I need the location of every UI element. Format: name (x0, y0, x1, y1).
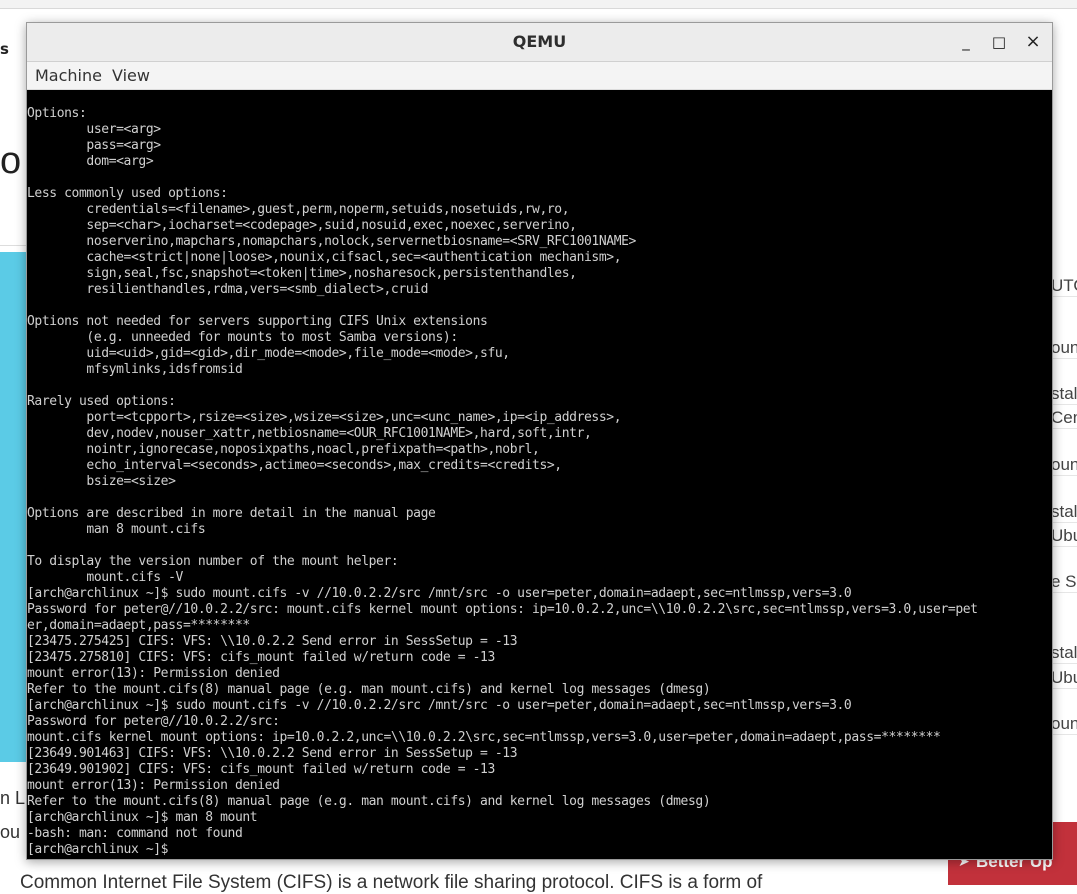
page-hero-banner (0, 252, 27, 762)
sidebar-item[interactable]: stall (1051, 384, 1077, 405)
terminal-line: Password for peter@//10.0.2.2/src: (27, 714, 280, 729)
sidebar-item[interactable]: oun (1051, 714, 1077, 735)
terminal-line: uid=<uid>,gid=<gid>,dir_mode=<mode>,file… (27, 346, 510, 361)
terminal-line: (e.g. unneeded for mounts to most Samba … (27, 330, 458, 345)
terminal-line: [arch@archlinux ~]$ sudo mount.cifs -v /… (27, 698, 852, 713)
terminal-line: [23649.901902] CIFS: VFS: cifs_mount fai… (27, 762, 495, 777)
terminal-line: Refer to the mount.cifs(8) manual page (… (27, 794, 711, 809)
terminal-line: [23475.275810] CIFS: VFS: cifs_mount fai… (27, 650, 495, 665)
terminal-screen[interactable]: Options: user=<arg> pass=<arg> dom=<arg>… (27, 90, 1052, 859)
terminal-line: cache=<strict|none|loose>,nounix,cifsacl… (27, 250, 622, 265)
sidebar-item[interactable]: oun (1051, 455, 1077, 476)
sidebar-item[interactable]: UTO (1051, 276, 1077, 297)
terminal-line: -bash: man: command not found (27, 826, 243, 841)
terminal-line: To display the version number of the mou… (27, 554, 399, 569)
terminal-line: Rarely used options: (27, 394, 176, 409)
terminal-line: Less commonly used options: (27, 186, 228, 201)
terminal-line: sep=<char>,iocharset=<codepage>,suid,nos… (27, 218, 577, 233)
qemu-window[interactable]: QEMU _ □ × Machine View Options: user=<a… (26, 22, 1053, 860)
terminal-line: mount error(13): Permission denied (27, 666, 280, 681)
sidebar-item[interactable]: stall (1051, 502, 1077, 523)
terminal-line: mount.cifs kernel mount options: ip=10.0… (27, 730, 941, 745)
page-text-fragment: ou (0, 822, 21, 842)
terminal-line: bsize=<size> (27, 474, 176, 489)
terminal-line: man 8 mount.cifs (27, 522, 206, 537)
page-nav-fragment[interactable]: s (0, 40, 9, 58)
page-body-text: Common Internet File System (CIFS) is a … (20, 872, 763, 893)
menu-machine[interactable]: Machine (35, 66, 102, 85)
terminal-line: port=<tcpport>,rsize=<size>,wsize=<size>… (27, 410, 622, 425)
sidebar-item[interactable]: e SS (1051, 572, 1077, 593)
terminal-line: [arch@archlinux ~]$ sudo mount.cifs -v /… (27, 586, 852, 601)
terminal-line: [23475.275425] CIFS: VFS: \\10.0.2.2 Sen… (27, 634, 518, 649)
window-titlebar[interactable]: QEMU _ □ × (27, 23, 1052, 62)
window-title: QEMU (512, 32, 567, 51)
terminal-line: er,domain=adaept,pass=******** (27, 618, 250, 633)
terminal-line: Options: (27, 106, 87, 121)
terminal-line: Options not needed for servers supportin… (27, 314, 488, 329)
terminal-line: Password for peter@//10.0.2.2/src: mount… (27, 602, 978, 617)
terminal-line: echo_interval=<seconds>,actimeo=<seconds… (27, 458, 562, 473)
page-heading-fragment: o (0, 140, 22, 182)
maximize-button[interactable]: □ (988, 31, 1010, 53)
terminal-line: Options are described in more detail in … (27, 506, 436, 521)
terminal-line: noserverino,mapchars,nomapchars,nolock,s… (27, 234, 636, 249)
terminal-line: dom=<arg> (27, 154, 154, 169)
terminal-line: credentials=<filename>,guest,perm,noperm… (27, 202, 570, 217)
terminal-line: mfsymlinks,idsfromsid (27, 362, 243, 377)
close-button[interactable]: × (1022, 31, 1044, 53)
terminal-line: user=<arg> (27, 122, 161, 137)
browser-top-bar (0, 0, 1077, 9)
terminal-line: dev,nodev,nouser_xattr,netbiosname=<OUR_… (27, 426, 592, 441)
terminal-line: pass=<arg> (27, 138, 161, 153)
terminal-line: nointr,ignorecase,noposixpaths,noacl,pre… (27, 442, 540, 457)
menu-view[interactable]: View (112, 66, 150, 85)
sidebar-item[interactable]: oun (1051, 338, 1077, 359)
sidebar-item[interactable]: Ubu (1051, 526, 1077, 547)
sidebar-item[interactable]: Ubu (1051, 668, 1077, 689)
terminal-line: mount.cifs -V (27, 570, 183, 585)
terminal-line: mount error(13): Permission denied (27, 778, 280, 793)
terminal-line: [23649.901463] CIFS: VFS: \\10.0.2.2 Sen… (27, 746, 518, 761)
sidebar-item[interactable]: stall (1051, 643, 1077, 664)
page-text-fragment: n L (0, 788, 26, 808)
sidebar-item[interactable]: Cen (1051, 408, 1077, 429)
menu-bar: Machine View (27, 62, 1052, 90)
terminal-line: Refer to the mount.cifs(8) manual page (… (27, 682, 711, 697)
terminal-line: [arch@archlinux ~]$ (27, 842, 169, 857)
terminal-line: resilienthandles,rdma,vers=<smb_dialect>… (27, 282, 429, 297)
terminal-line: sign,seal,fsc,snapshot=<token|time>,nosh… (27, 266, 577, 281)
terminal-line: [arch@archlinux ~]$ man 8 mount (27, 810, 258, 825)
minimize-button[interactable]: _ (955, 31, 977, 53)
